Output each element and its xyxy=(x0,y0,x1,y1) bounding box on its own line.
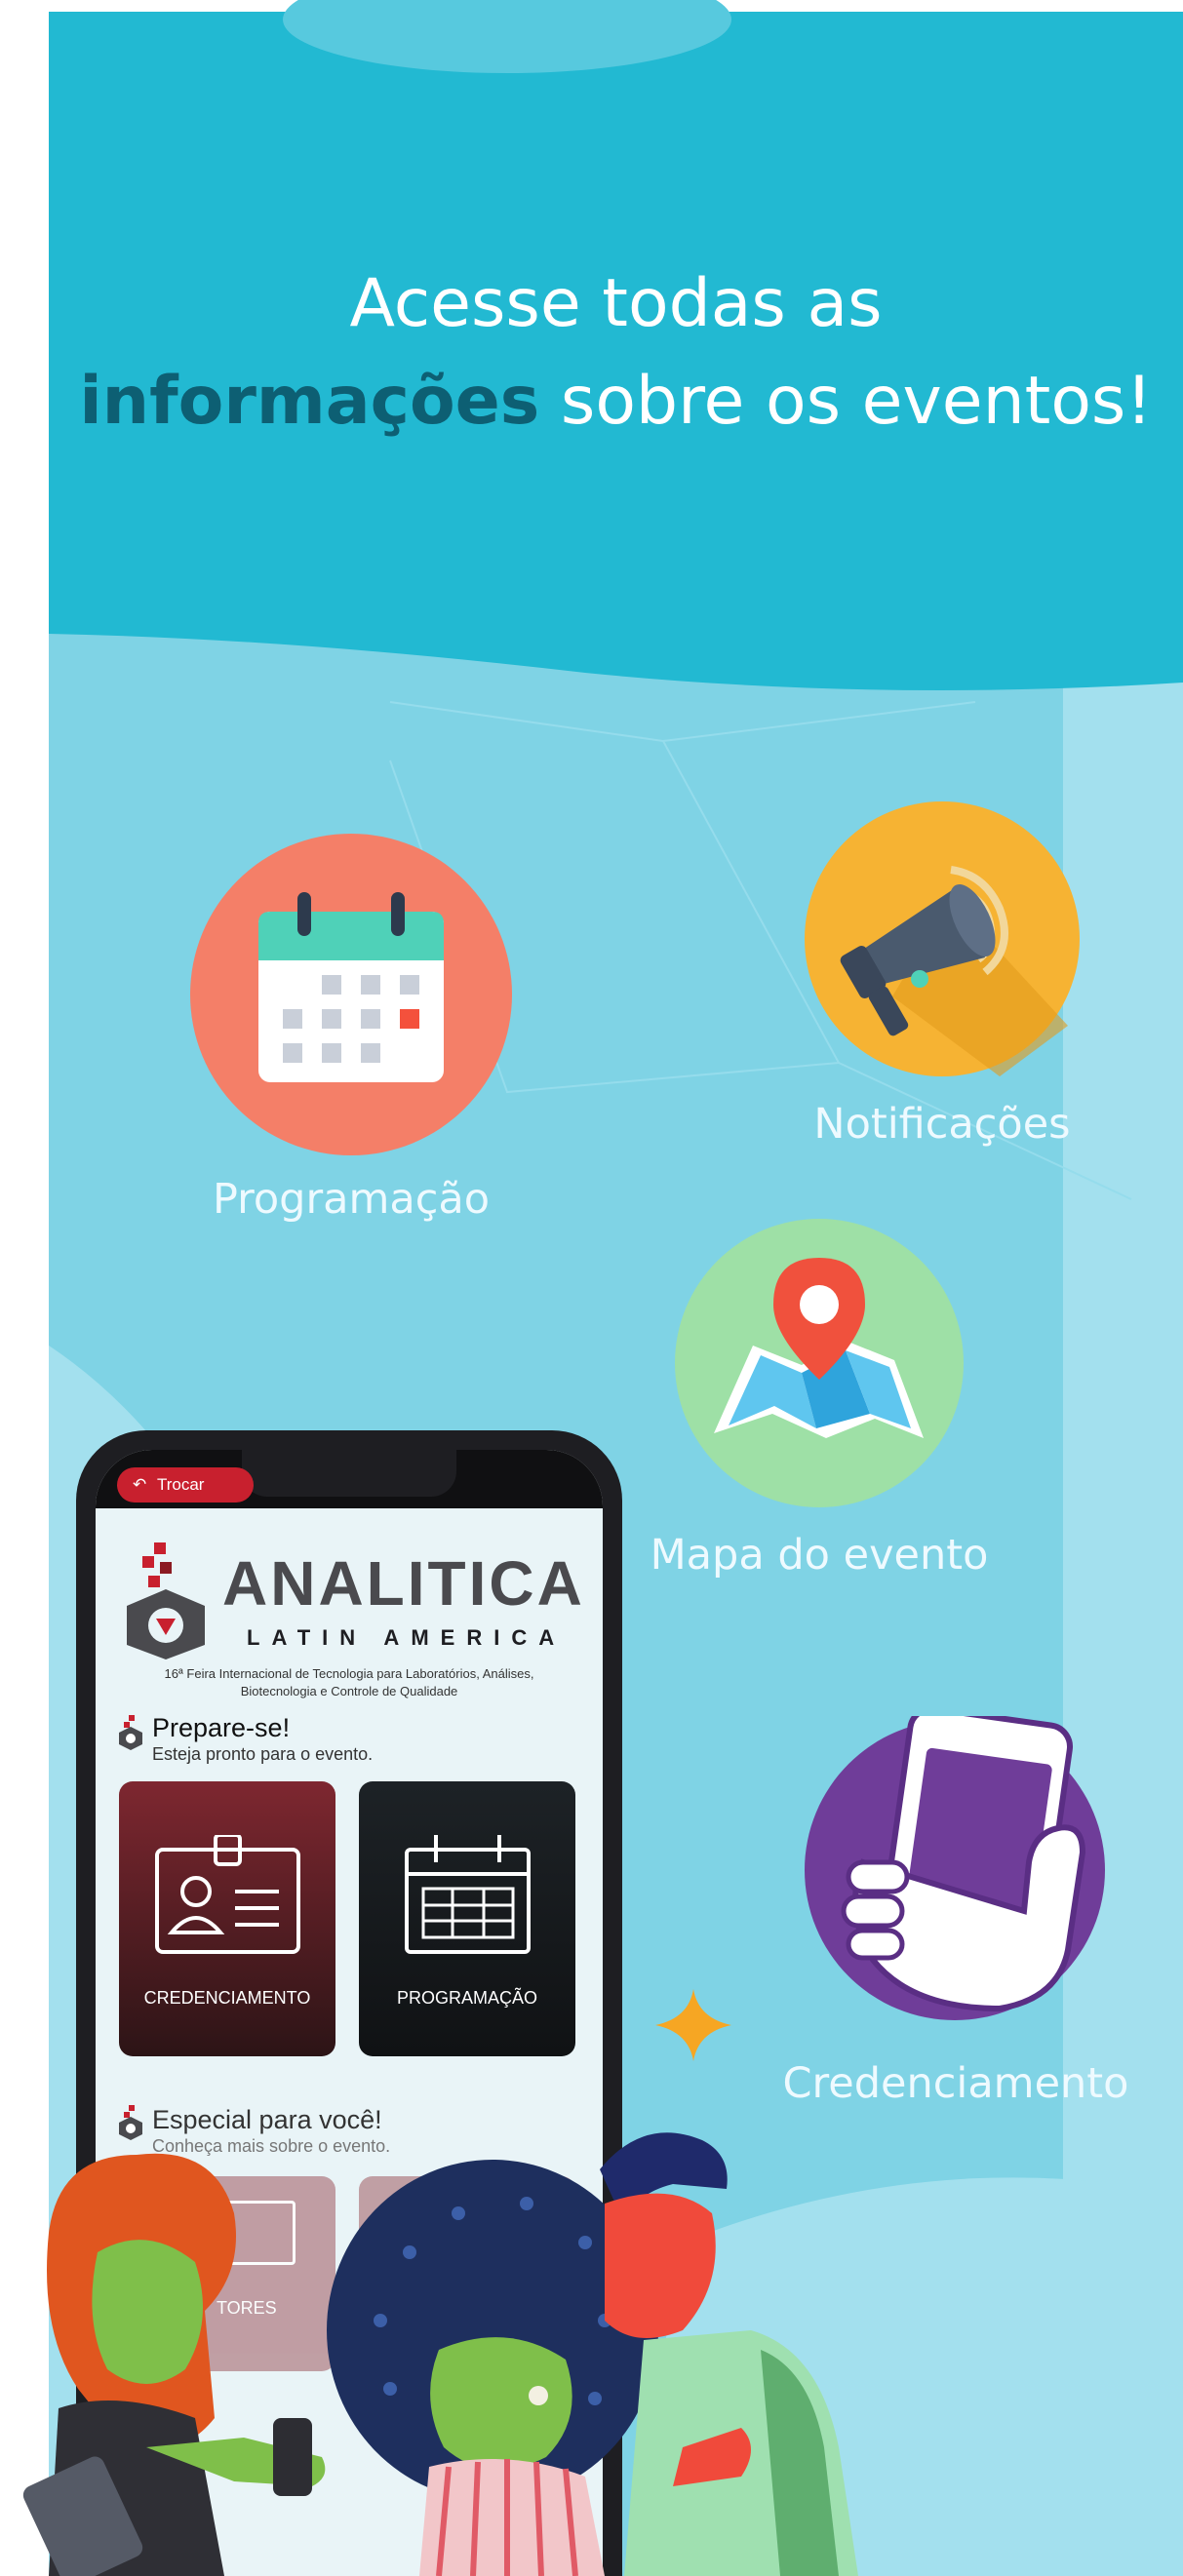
section-title-prepare: Prepare-se! xyxy=(152,1713,291,1742)
feature-label-programacao: Programação xyxy=(212,1175,491,1224)
feature-label-notificacoes: Notificações xyxy=(813,1100,1071,1149)
people-illustration xyxy=(22,2132,858,2576)
badge-icon xyxy=(155,1835,300,1954)
phone-notch xyxy=(242,1450,456,1497)
promo-screen: Acesse todas as informações sobre os eve… xyxy=(0,0,1183,2576)
brand-subtitle: LATIN AMERICA xyxy=(247,1625,567,1650)
sparkle-icon xyxy=(655,1989,731,2061)
card-credenciamento[interactable]: CREDENCIAMENTO xyxy=(119,1781,335,2056)
calendar-icon xyxy=(190,834,512,1155)
tagline-2: Biotecnologia e Controle de Qualidade xyxy=(240,1684,458,1698)
headline-highlight: informações xyxy=(79,363,540,440)
card-programacao[interactable]: PROGRAMAÇÃO xyxy=(359,1781,575,2056)
analitica-logo-icon xyxy=(127,1542,205,1659)
back-arrow-icon: ↶ xyxy=(133,1475,147,1494)
back-button-label: Trocar xyxy=(156,1475,205,1494)
back-button[interactable]: ↶ Trocar xyxy=(117,1467,254,1503)
section-subtitle-prepare: Esteja pronto para o evento. xyxy=(152,1744,374,1764)
schedule-icon xyxy=(405,1835,531,1954)
card-programacao-label: PROGRAMAÇÃO xyxy=(396,1988,538,2008)
tagline-1: 16ª Feira Internacional de Tecnologia pa… xyxy=(164,1666,534,1681)
headline-line-2: informações sobre os eventos! xyxy=(49,353,1183,450)
megaphone-icon xyxy=(805,801,1080,1076)
headline-rest: sobre os eventos! xyxy=(539,363,1153,440)
section-logo-icon xyxy=(119,1715,142,1750)
feature-label-mapa: Mapa do evento xyxy=(650,1531,989,1580)
brand-name: ANALITICA xyxy=(222,1548,585,1619)
phone-hand-icon xyxy=(805,1716,1105,2020)
headline: Acesse todas as informações sobre os eve… xyxy=(49,255,1183,450)
map-pin-icon xyxy=(675,1219,964,1507)
headline-line-1: Acesse todas as xyxy=(349,265,883,342)
card-credenciamento-label: CREDENCIAMENTO xyxy=(143,1988,311,2008)
